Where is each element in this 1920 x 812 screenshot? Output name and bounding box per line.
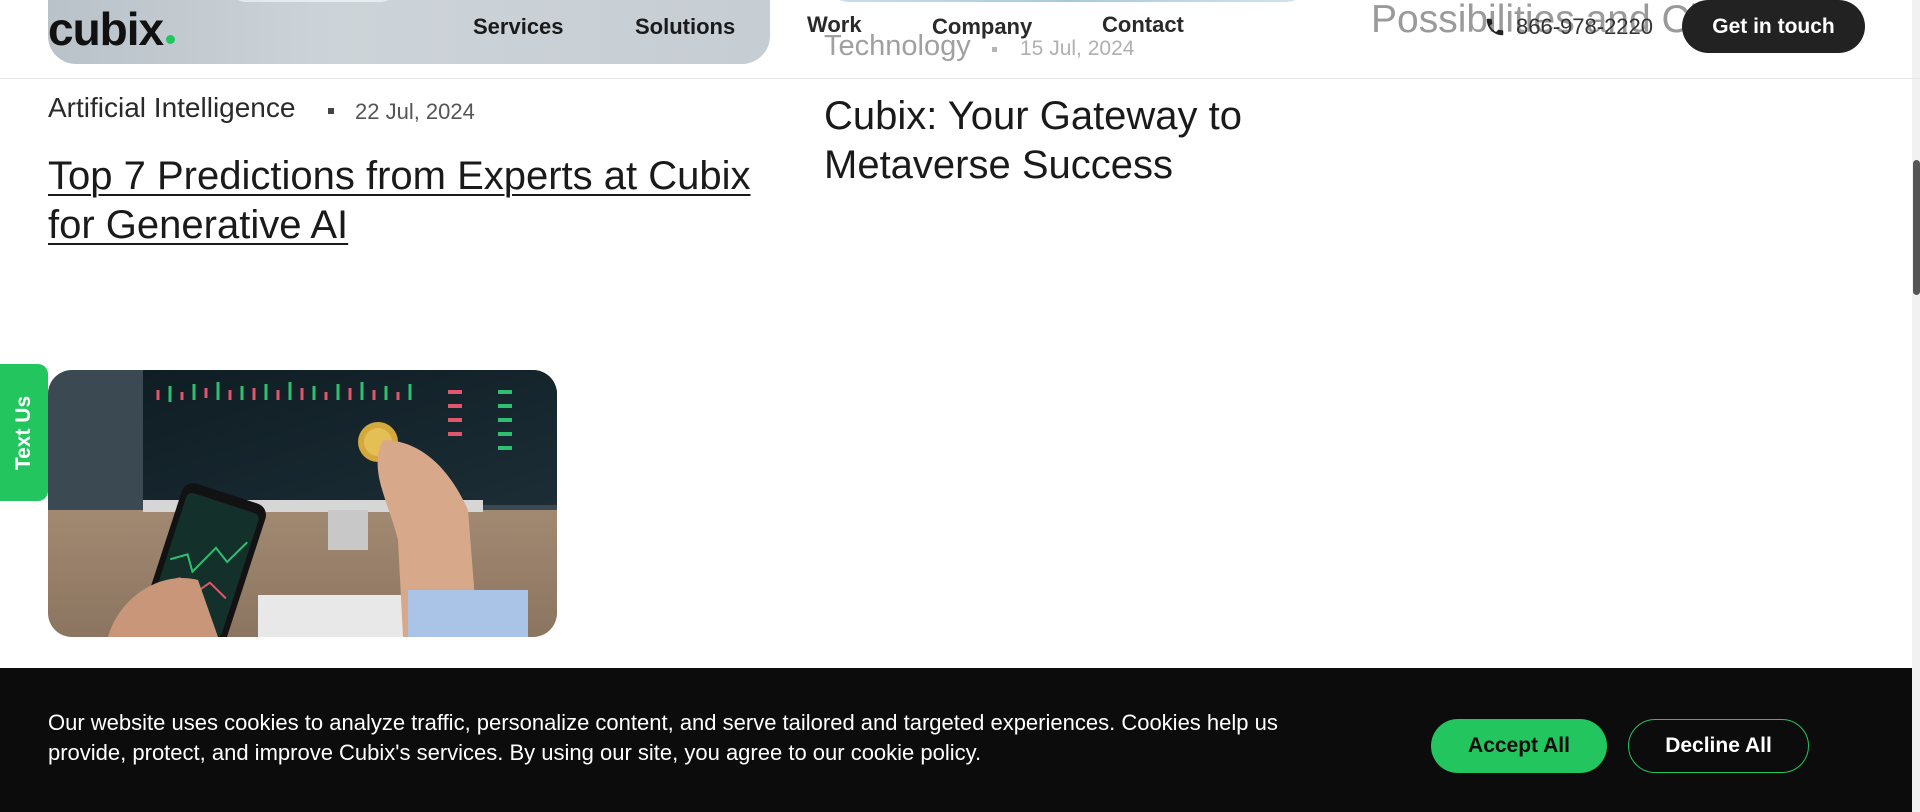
- get-in-touch-button[interactable]: Get in touch: [1682, 0, 1865, 53]
- cookie-message: Our website uses cookies to analyze traf…: [48, 710, 1278, 765]
- accept-all-button[interactable]: Accept All: [1431, 719, 1607, 773]
- logo-dot: [166, 35, 175, 44]
- article-category[interactable]: Artificial Intelligence: [48, 92, 295, 124]
- nav-company[interactable]: Company: [932, 14, 1032, 40]
- nav-work[interactable]: Work: [807, 12, 862, 38]
- text-us-tab[interactable]: Text Us: [0, 364, 48, 501]
- article-image-crypto-trading[interactable]: [48, 370, 557, 637]
- nav-services[interactable]: Services: [473, 14, 564, 40]
- crypto-trading-illustration: [48, 370, 557, 637]
- scrollbar-thumb[interactable]: [1913, 160, 1920, 295]
- scrollbar-track[interactable]: [1912, 0, 1920, 812]
- article-title-link[interactable]: Top 7 Predictions from Experts at Cubix …: [48, 152, 788, 250]
- article-date: 22 Jul, 2024: [355, 99, 475, 124]
- cookie-banner: Our website uses cookies to analyze traf…: [0, 668, 1912, 812]
- nav-contact[interactable]: Contact: [1102, 12, 1184, 38]
- decline-all-button[interactable]: Decline All: [1628, 719, 1809, 773]
- article-title-link[interactable]: Cubix: Your Gateway to Metaverse Success: [824, 92, 1284, 190]
- text-us-label: Text Us: [12, 395, 35, 470]
- phone-link[interactable]: 866-978-2220: [1484, 14, 1653, 40]
- site-header: cubix Services Solutions Work Company Co…: [0, 0, 1920, 79]
- phone-number: 866-978-2220: [1516, 14, 1654, 39]
- phone-icon: [1484, 16, 1506, 38]
- nav-solutions[interactable]: Solutions: [635, 14, 735, 40]
- meta-separator-dot: [328, 108, 334, 114]
- logo[interactable]: cubix: [48, 2, 164, 56]
